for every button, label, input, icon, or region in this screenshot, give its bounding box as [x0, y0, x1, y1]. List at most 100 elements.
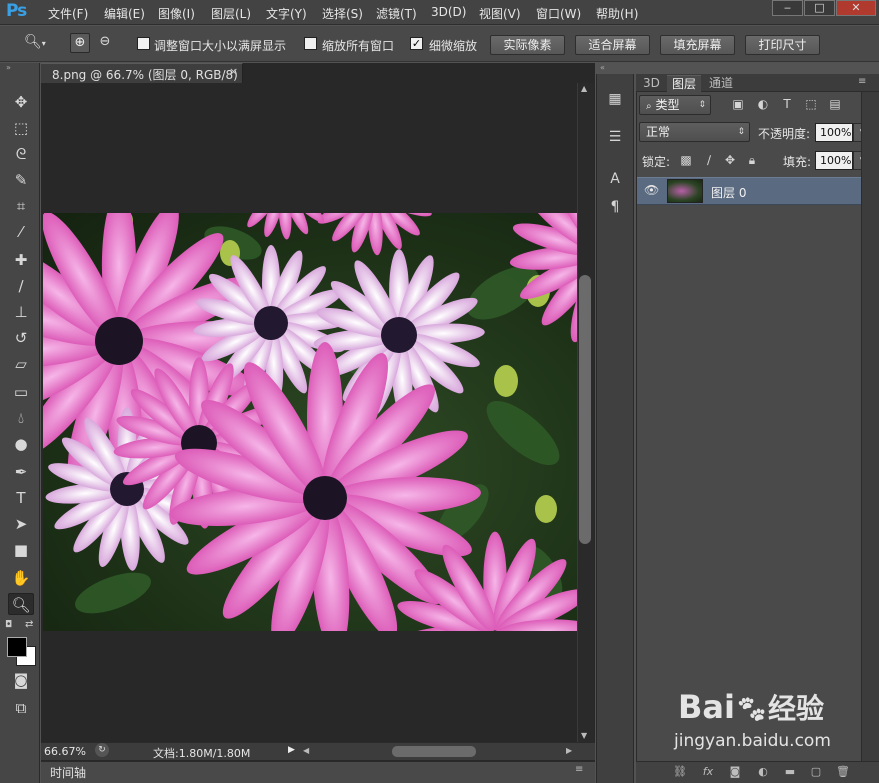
menu-type[interactable]: 文字(Y) [266, 5, 307, 22]
tab-layers[interactable]: 图层 [667, 75, 702, 92]
watermark-brand-suffix: 经验 [767, 692, 824, 725]
tab-3d[interactable]: 3D [638, 75, 665, 92]
layer-filter-dropdown[interactable]: ⌕ 类型 ⇕ [639, 95, 711, 115]
menu-layer[interactable]: 图层(L) [211, 5, 251, 22]
gradient-tool-icon[interactable]: ▭ [8, 381, 34, 403]
shape-filter-icon[interactable]: ⬚ [803, 96, 819, 112]
adjustment-layer-icon[interactable]: ◐ [755, 764, 771, 780]
crop-tool-icon[interactable]: ⌗ [8, 195, 34, 217]
properties-panel-icon[interactable]: ☰ [604, 128, 626, 146]
timeline-menu-icon[interactable]: ≡ [575, 764, 583, 775]
adjustment-filter-icon[interactable]: ◐ [755, 96, 771, 112]
clone-stamp-tool-icon[interactable]: ⊥ [8, 301, 34, 323]
brush-tool-icon[interactable]: ∕ [8, 275, 34, 297]
lock-transparent-icon[interactable]: ▩ [679, 153, 693, 167]
smart-object-filter-icon[interactable]: ▤ [827, 96, 843, 112]
horizontal-scroll-thumb[interactable] [392, 746, 476, 757]
eyedropper-tool-icon[interactable]: ⁄ [8, 221, 34, 243]
maximize-button[interactable]: □ [804, 0, 835, 16]
vertical-scroll-thumb[interactable] [579, 275, 591, 544]
timeline-tab[interactable]: 时间轴 [50, 764, 86, 781]
status-bar [41, 742, 595, 760]
share-icon[interactable]: ↻ [95, 743, 109, 757]
link-layers-icon[interactable]: ⛓ [672, 764, 688, 780]
dodge-tool-icon[interactable]: ● [8, 433, 34, 455]
minimize-button[interactable]: ‒ [772, 0, 803, 16]
dock-collapse-icon[interactable]: « [600, 63, 605, 72]
zoom-tool-preset-icon[interactable]: 🔍︎▾ [24, 34, 46, 50]
new-layer-icon[interactable]: ▢ [808, 764, 824, 780]
menu-filter[interactable]: 滤镜(T) [376, 5, 417, 22]
healing-brush-tool-icon[interactable]: ✚ [8, 249, 34, 271]
blend-mode-dropdown[interactable]: 正常 ⇕ [639, 122, 750, 142]
add-mask-icon[interactable]: ◙ [727, 764, 743, 780]
tab-channels[interactable]: 通道 [704, 75, 738, 92]
zoom-level-readout[interactable]: 66.67% [44, 745, 86, 758]
toolbar-collapse-icon[interactable]: » [6, 63, 11, 72]
layer-style-icon[interactable]: fx [700, 764, 716, 780]
path-selection-tool-icon[interactable]: ➤ [8, 513, 34, 535]
scroll-left-arrow-icon[interactable]: ◀ [303, 746, 309, 755]
actual-pixels-button[interactable]: 实际像素 [490, 35, 565, 55]
opacity-label: 不透明度: [758, 127, 811, 141]
scrubby-zoom-checkbox[interactable]: ✓ [410, 37, 423, 50]
paragraph-panel-icon[interactable]: ¶ [604, 198, 626, 216]
print-size-button[interactable]: 打印尺寸 [745, 35, 820, 55]
layers-scrollbar[interactable] [861, 92, 879, 761]
fill-field[interactable]: 100% [815, 151, 853, 170]
menu-window[interactable]: 窗口(W) [536, 5, 581, 22]
lock-label: 锁定: [642, 155, 671, 169]
scroll-up-arrow-icon[interactable]: ▲ [581, 84, 587, 93]
menu-select[interactable]: 选择(S) [322, 5, 363, 22]
close-document-icon[interactable]: × [229, 65, 238, 78]
scroll-down-arrow-icon[interactable]: ▼ [581, 731, 587, 740]
zoom-tool-icon[interactable]: 🔍︎ [8, 593, 34, 615]
character-panel-icon[interactable]: A [604, 170, 626, 188]
delete-layer-icon[interactable]: 🗑︎ [835, 764, 851, 780]
rectangle-tool-icon[interactable]: ■ [8, 539, 34, 561]
lasso-tool-icon[interactable]: ᘓ [8, 143, 34, 165]
canvas-image[interactable] [43, 213, 577, 631]
screen-mode-icon[interactable]: ⧉ [8, 697, 34, 719]
menu-image[interactable]: 图像(I) [158, 5, 195, 22]
histogram-panel-icon[interactable]: ▦ [604, 90, 626, 108]
zoom-in-icon[interactable]: ⊕ [70, 33, 90, 53]
fill-screen-button[interactable]: 填充屏幕 [660, 35, 735, 55]
opacity-field[interactable]: 100% [815, 123, 853, 142]
blur-tool-icon[interactable]: 💧︎ [8, 407, 34, 429]
menu-file[interactable]: 文件(F) [48, 5, 88, 22]
eraser-tool-icon[interactable]: ▱ [8, 353, 34, 375]
lock-position-icon[interactable]: ✥ [723, 153, 737, 167]
foreground-color-swatch[interactable] [7, 637, 27, 657]
type-filter-icon[interactable]: T [779, 96, 795, 112]
close-window-button[interactable]: ✕ [836, 0, 876, 16]
resize-windows-checkbox[interactable] [137, 37, 150, 50]
scroll-right-arrow-icon[interactable]: ▶ [566, 746, 572, 755]
move-tool-icon[interactable]: ✥ [8, 91, 34, 113]
hand-tool-icon[interactable]: ✋ [8, 567, 34, 589]
pen-tool-icon[interactable]: ✒ [8, 461, 34, 483]
swap-colors-icon[interactable]: ⇄ [25, 619, 33, 630]
menu-view[interactable]: 视图(V) [479, 5, 521, 22]
status-menu-arrow-icon[interactable]: ▶ [288, 745, 295, 755]
zoom-all-checkbox[interactable] [304, 37, 317, 50]
lock-all-icon[interactable]: 🔒︎ [745, 153, 759, 167]
lock-image-icon[interactable]: ∕ [702, 153, 716, 167]
eye-visibility-icon[interactable]: 👁︎ [644, 183, 659, 197]
menu-edit[interactable]: 编辑(E) [104, 5, 145, 22]
layer-name[interactable]: 图层 0 [711, 184, 746, 201]
menu-help[interactable]: 帮助(H) [596, 5, 638, 22]
new-group-icon[interactable]: ▬ [782, 764, 798, 780]
quick-selection-tool-icon[interactable]: ✎ [8, 169, 34, 191]
zoom-out-icon[interactable]: ⊖ [95, 33, 115, 53]
pixel-filter-icon[interactable]: ▣ [730, 96, 746, 112]
default-colors-icon[interactable]: ◘ [5, 620, 12, 630]
fit-screen-button[interactable]: 适合屏幕 [575, 35, 650, 55]
history-brush-tool-icon[interactable]: ↺ [8, 327, 34, 349]
panel-menu-icon[interactable]: ≡ [858, 76, 866, 87]
quick-mask-icon[interactable]: ◙ [8, 669, 34, 691]
dropdown-arrow-icon: ⇕ [737, 127, 745, 137]
menu-3d[interactable]: 3D(D) [431, 5, 466, 19]
marquee-tool-icon[interactable]: ⬚ [8, 117, 34, 139]
type-tool-icon[interactable]: T [8, 487, 34, 509]
